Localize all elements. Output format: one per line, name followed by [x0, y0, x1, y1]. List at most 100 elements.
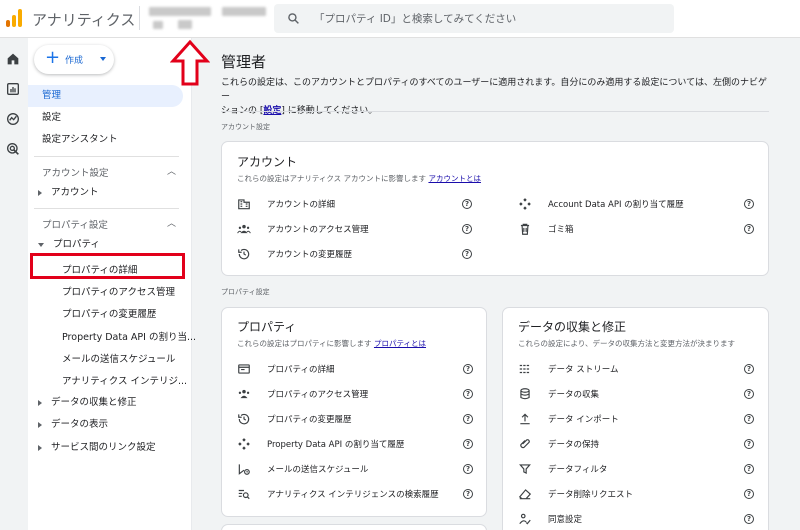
- expand-icon: [38, 421, 42, 428]
- sidebar-item-property[interactable]: プロパティ: [38, 234, 100, 256]
- building-icon: [238, 199, 250, 210]
- api-icon: [238, 438, 250, 450]
- account-card: アカウント これらの設定はアナリティクス アカウントに影響します アカウントとは…: [221, 141, 769, 276]
- help-icon[interactable]: ?: [463, 389, 473, 399]
- caret-down-icon: [100, 57, 106, 61]
- data-collection-card: データの収集と修正 これらの設定により、データの収集方法と変更方法が決まります …: [502, 307, 769, 530]
- property-history-row[interactable]: プロパティの変更履歴 ?: [237, 411, 477, 427]
- search-box[interactable]: [274, 4, 674, 33]
- sidebar-item-data-display[interactable]: データの表示: [38, 414, 108, 436]
- data-filter-row[interactable]: データフィルタ ?: [518, 461, 758, 477]
- property-settings-header[interactable]: プロパティ設定: [42, 217, 108, 231]
- help-icon[interactable]: ?: [463, 414, 473, 424]
- help-icon[interactable]: ?: [462, 224, 472, 234]
- account-data-api-row[interactable]: Account Data API の割り当て履歴 ?: [518, 196, 758, 212]
- sidebar-item-account[interactable]: アカウント: [38, 182, 99, 204]
- account-access-row[interactable]: アカウントのアクセス管理 ?: [237, 221, 487, 237]
- reports-icon[interactable]: [5, 81, 21, 97]
- help-icon[interactable]: ?: [463, 489, 473, 499]
- property-access-row[interactable]: プロパティのアクセス管理 ?: [237, 386, 477, 402]
- property-section-label: プロパティ設定: [221, 288, 270, 296]
- upload-icon: [520, 413, 530, 425]
- help-icon[interactable]: ?: [463, 464, 473, 474]
- home-icon[interactable]: [5, 51, 21, 67]
- sidebar-item-admin[interactable]: 管理: [28, 85, 183, 107]
- account-history-row[interactable]: アカウントの変更履歴 ?: [237, 246, 487, 262]
- what-is-account-link[interactable]: アカウントとは: [428, 174, 481, 183]
- collapse-icon: [38, 242, 44, 247]
- sidebar-item-property-history[interactable]: プロパティの変更履歴: [62, 306, 156, 320]
- next-card-partial: [221, 524, 487, 530]
- trash-row[interactable]: ゴミ箱 ?: [518, 221, 758, 237]
- app-title: アナリティクス: [32, 11, 136, 29]
- chevron-up-icon[interactable]: ︿: [167, 164, 176, 177]
- help-icon[interactable]: ?: [463, 439, 473, 449]
- data-import-row[interactable]: データ インポート ?: [518, 411, 758, 427]
- scheduled-mail-icon: [238, 464, 250, 475]
- account-section-label: アカウント設定: [221, 123, 270, 131]
- page-title: 管理者: [221, 53, 267, 71]
- help-icon[interactable]: ?: [462, 199, 472, 209]
- what-is-property-link[interactable]: プロパティとは: [374, 339, 426, 348]
- history-icon: [238, 248, 250, 260]
- help-icon[interactable]: ?: [744, 489, 754, 499]
- help-icon[interactable]: ?: [744, 389, 754, 399]
- admin-sidebar: + 作成 管理 設定 設定アシスタント アカウント設定 ︿ アカウント プロパテ…: [28, 38, 196, 530]
- help-icon[interactable]: ?: [462, 249, 472, 259]
- help-icon[interactable]: ?: [744, 464, 754, 474]
- divider: [34, 208, 179, 209]
- sidebar-item-property-details[interactable]: プロパティの詳細: [62, 262, 137, 276]
- help-icon[interactable]: ?: [744, 224, 754, 234]
- eraser-icon: [518, 489, 532, 500]
- data-collection-row[interactable]: データの収集 ?: [518, 386, 758, 402]
- data-retention-row[interactable]: データの保持 ?: [518, 436, 758, 452]
- help-icon[interactable]: ?: [744, 414, 754, 424]
- sidebar-item-property-data-api[interactable]: Property Data API の割り当...: [62, 329, 196, 343]
- help-icon[interactable]: ?: [463, 364, 473, 374]
- expand-icon: [38, 444, 42, 451]
- intelligence-history-row[interactable]: アナリティクス インテリジェンスの検索履歴 ?: [237, 486, 477, 502]
- account-details-row[interactable]: アカウントの詳細 ?: [237, 196, 487, 212]
- card-title: アカウント: [237, 155, 298, 169]
- expand-icon: [38, 399, 42, 406]
- search-icon: [288, 13, 299, 24]
- card-description: これらの設定はプロパティに影響します プロパティとは: [237, 339, 427, 348]
- sidebar-item-property-access[interactable]: プロパティのアクセス管理: [62, 284, 175, 298]
- database-icon: [520, 388, 530, 400]
- filter-icon: [519, 464, 531, 475]
- help-icon[interactable]: ?: [744, 514, 754, 524]
- people-icon: [238, 389, 250, 399]
- history-icon: [238, 413, 250, 425]
- account-settings-header[interactable]: アカウント設定: [42, 165, 109, 179]
- trash-icon: [520, 223, 530, 235]
- sidebar-item-settings[interactable]: 設定: [28, 107, 61, 129]
- help-icon[interactable]: ?: [744, 199, 754, 209]
- search-input[interactable]: [314, 4, 664, 33]
- expand-icon: [38, 189, 42, 196]
- chevron-up-icon[interactable]: ︿: [167, 216, 176, 229]
- email-schedule-row[interactable]: メールの送信スケジュール ?: [237, 461, 477, 477]
- sidebar-item-data-collection[interactable]: データの収集と修正: [38, 392, 137, 414]
- consent-settings-row[interactable]: 同意設定 ?: [518, 511, 758, 527]
- explore-icon[interactable]: [5, 111, 21, 127]
- help-icon[interactable]: ?: [744, 364, 754, 374]
- divider: [221, 111, 769, 112]
- property-data-api-row[interactable]: Property Data API の割り当て履歴 ?: [237, 436, 477, 452]
- analytics-logo[interactable]: [6, 9, 22, 27]
- sidebar-item-analytics-intelligence[interactable]: アナリティクス インテリジ...: [62, 373, 187, 387]
- sidebar-item-service-links[interactable]: サービス間のリンク設定: [38, 437, 156, 459]
- create-button[interactable]: + 作成: [34, 45, 114, 74]
- up-arrow-annotation: [170, 39, 210, 86]
- advertising-icon[interactable]: [5, 141, 21, 157]
- streams-icon: [519, 364, 531, 374]
- attachment-icon: [520, 439, 530, 449]
- people-icon: [237, 224, 251, 234]
- sidebar-item-setup-assistant[interactable]: 設定アシスタント: [28, 129, 118, 151]
- sidebar-item-email-schedule[interactable]: メールの送信スケジュール: [62, 351, 175, 365]
- property-details-row[interactable]: プロパティの詳細 ?: [237, 361, 477, 377]
- data-streams-row[interactable]: データ ストリーム ?: [518, 361, 758, 377]
- data-deletion-row[interactable]: データ削除リクエスト ?: [518, 486, 758, 502]
- help-icon[interactable]: ?: [744, 439, 754, 449]
- card-title: データの収集と修正: [518, 320, 627, 334]
- card-description: これらの設定により、データの収集方法と変更方法が決まります: [518, 339, 736, 348]
